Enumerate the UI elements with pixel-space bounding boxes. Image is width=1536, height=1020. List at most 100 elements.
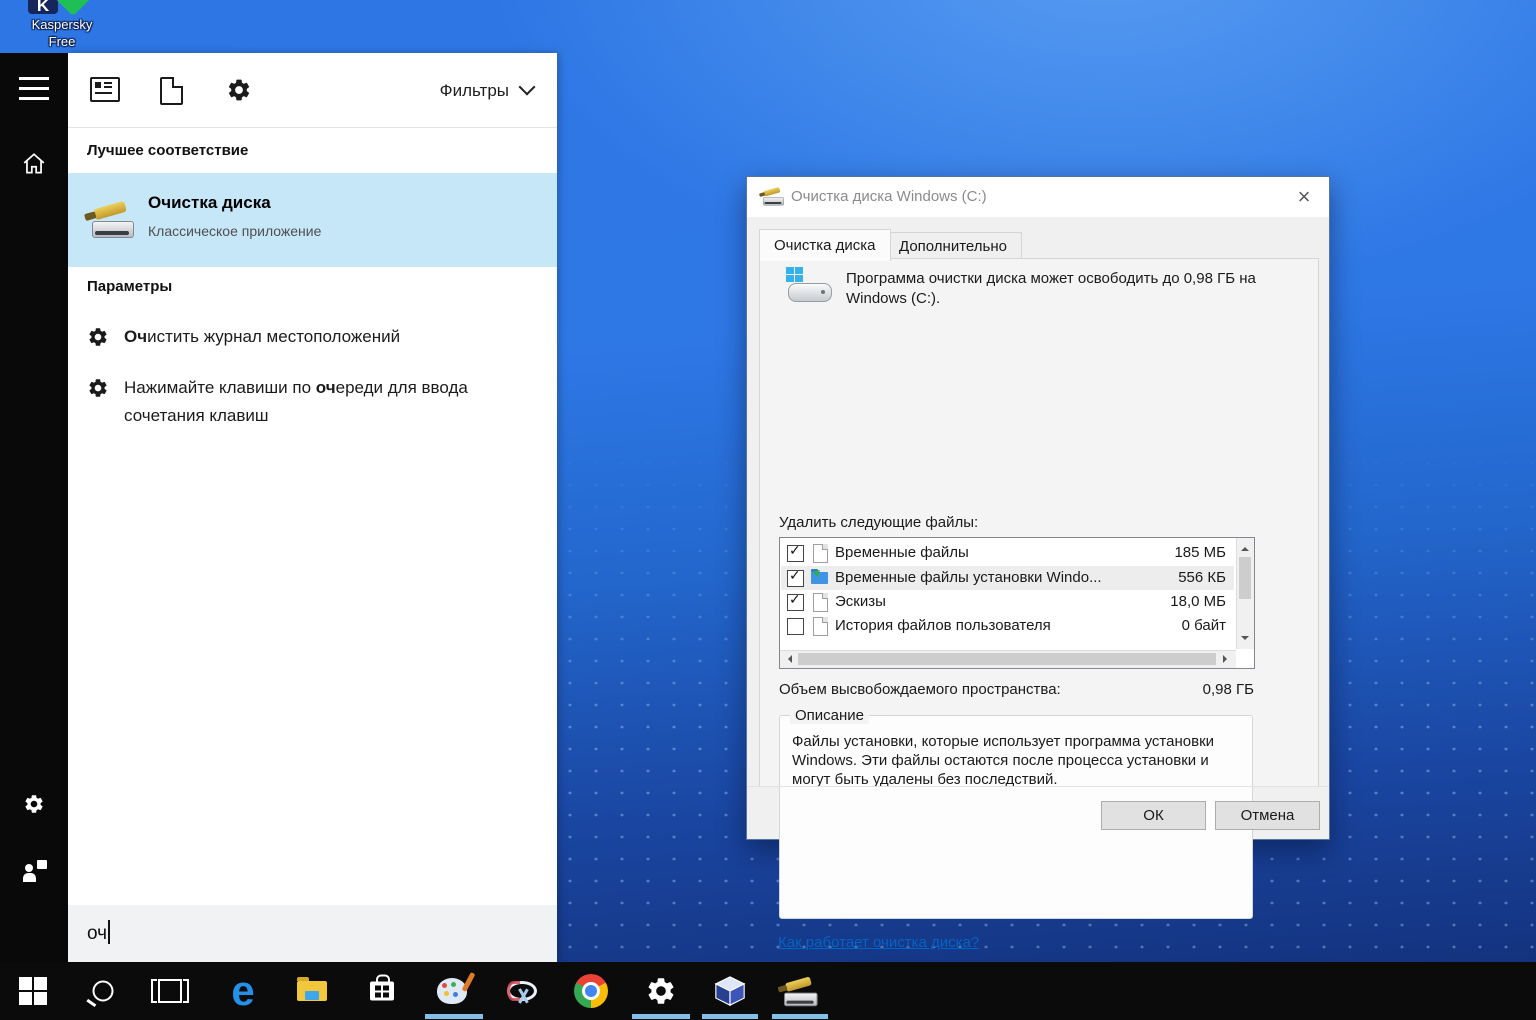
chrome-icon xyxy=(574,974,608,1008)
kaspersky-logo-icon: K xyxy=(28,0,58,14)
kaspersky-desktop-icon[interactable]: K Kaspersky Free xyxy=(14,0,110,56)
filters-label: Фильтры xyxy=(440,81,509,100)
scissors-icon xyxy=(507,981,537,1001)
file-name: Эскизы xyxy=(835,593,886,610)
file-name: История файлов пользователя xyxy=(835,617,1051,634)
space-gained-value: 0,98 ГБ xyxy=(1203,681,1254,698)
checkbox[interactable] xyxy=(787,545,804,562)
folder-icon xyxy=(297,981,327,1001)
virtualbox-cube-icon xyxy=(713,974,747,1008)
kaspersky-label: Kaspersky Free xyxy=(14,16,110,50)
apps-icon xyxy=(90,77,120,102)
file-size: 18,0 МБ xyxy=(1170,593,1226,610)
checkbox[interactable] xyxy=(787,570,804,587)
gear-icon xyxy=(645,975,677,1007)
home-icon xyxy=(21,151,47,177)
edge-button[interactable]: e xyxy=(219,967,267,1015)
edge-icon: e xyxy=(231,971,254,1011)
taskbar-settings-button[interactable] xyxy=(637,967,685,1015)
search-filter-row: Фильтры xyxy=(68,53,557,128)
vertical-scrollbar[interactable] xyxy=(1236,538,1254,649)
filters-dropdown[interactable]: Фильтры xyxy=(440,77,533,105)
chrome-button[interactable] xyxy=(567,967,615,1015)
param-label: Очистить журнал местоположений xyxy=(124,323,524,351)
kaspersky-shield-icon xyxy=(52,0,94,16)
tab-more-options[interactable]: Дополнительно xyxy=(884,232,1022,260)
file-size: 556 КБ xyxy=(1178,569,1226,586)
close-button[interactable]: × xyxy=(1287,180,1321,214)
store-button[interactable] xyxy=(358,967,406,1015)
feedback-button[interactable] xyxy=(0,848,68,896)
running-indicator xyxy=(425,1014,483,1019)
scroll-down-icon[interactable] xyxy=(1241,636,1249,644)
document-icon xyxy=(160,77,183,105)
file-icon xyxy=(813,593,828,612)
file-icon xyxy=(813,544,828,563)
best-match-result[interactable]: Очистка диска Классическое приложение xyxy=(68,173,557,267)
ok-button[interactable]: ОК xyxy=(1101,801,1206,830)
taskbar: e xyxy=(0,962,1536,1020)
file-row-setup-files[interactable]: Временные файлы установки Windo... 556 К… xyxy=(781,566,1234,590)
scroll-right-icon[interactable] xyxy=(1223,655,1231,663)
params-header: Параметры xyxy=(87,278,172,295)
disk-cleanup-dialog: Очистка диска Windows (C:) × Очистка дис… xyxy=(746,176,1330,840)
feedback-icon xyxy=(23,860,47,884)
param-label: Нажимайте клавиши по очереди для ввода с… xyxy=(124,374,469,430)
store-bag-icon xyxy=(370,982,394,1001)
file-row-temp-files[interactable]: Временные файлы 185 МБ xyxy=(781,541,1234,565)
how-disk-cleanup-works-link[interactable]: Как работает очистка диска? xyxy=(778,934,979,951)
search-icon xyxy=(93,981,114,1002)
dialog-titlebar[interactable]: Очистка диска Windows (C:) × xyxy=(747,177,1329,217)
cancel-button[interactable]: Отмена xyxy=(1215,801,1320,830)
tab-disk-cleanup[interactable]: Очистка диска xyxy=(759,229,891,261)
space-gained-label: Объем высвобождаемого пространства: xyxy=(779,681,1061,698)
param-result-clear-history[interactable]: Очистить журнал местоположений xyxy=(68,323,557,357)
disk-cleanup-app-icon xyxy=(88,197,136,241)
horizontal-scrollbar[interactable] xyxy=(780,650,1236,668)
scroll-left-icon[interactable] xyxy=(784,655,792,663)
taskbar-search-button[interactable] xyxy=(79,967,127,1015)
checkbox[interactable] xyxy=(787,618,804,635)
disk-cleanup-icon xyxy=(761,185,785,207)
apps-filter-button[interactable] xyxy=(90,77,118,105)
description-group-label: Описание xyxy=(790,707,869,724)
documents-filter-button[interactable] xyxy=(160,77,188,105)
file-row-thumbnails[interactable]: Эскизы 18,0 МБ xyxy=(781,590,1234,614)
running-indicator xyxy=(702,1014,758,1019)
task-view-button[interactable] xyxy=(146,967,194,1015)
drive-icon xyxy=(786,267,834,309)
settings-filter-button[interactable] xyxy=(226,77,254,105)
best-match-subtitle: Классическое приложение xyxy=(148,223,321,239)
file-row-user-history[interactable]: История файлов пользователя 0 байт xyxy=(781,614,1234,638)
tab-page: Программа очистки диска может освободить… xyxy=(759,258,1319,787)
gear-icon xyxy=(23,793,45,815)
scroll-up-icon[interactable] xyxy=(1241,543,1249,551)
best-match-title: Очистка диска xyxy=(148,193,271,213)
virtualbox-button[interactable] xyxy=(706,967,754,1015)
gear-icon xyxy=(226,77,252,103)
file-name: Временные файлы установки Windo... xyxy=(835,569,1102,586)
param-result-key-sequence[interactable]: Нажимайте клавиши по очереди для ввода с… xyxy=(68,374,557,436)
search-input[interactable]: оч xyxy=(68,905,557,962)
settings-button[interactable] xyxy=(0,780,68,828)
file-explorer-button[interactable] xyxy=(288,967,336,1015)
start-button[interactable] xyxy=(9,967,57,1015)
disk-cleanup-taskbar-button[interactable] xyxy=(776,967,824,1015)
home-button[interactable] xyxy=(0,139,68,187)
desktop: K Kaspersky Free xyxy=(0,0,1536,1020)
search-sidebar xyxy=(0,53,68,962)
scrollbar-thumb[interactable] xyxy=(1239,557,1251,599)
search-panel: Фильтры Лучшее соответствие Очистка диск… xyxy=(68,53,557,962)
folder-icon xyxy=(811,572,828,584)
file-size: 185 МБ xyxy=(1174,544,1226,561)
file-icon xyxy=(813,617,828,636)
description-text: Файлы установки, которые использует прог… xyxy=(792,732,1230,789)
scrollbar-thumb[interactable] xyxy=(798,653,1216,665)
running-indicator xyxy=(632,1014,690,1019)
checkbox[interactable] xyxy=(787,594,804,611)
hamburger-menu-button[interactable] xyxy=(0,65,68,113)
palette-icon xyxy=(437,978,467,1004)
paint3d-button[interactable] xyxy=(428,967,476,1015)
files-to-delete-label: Удалить следующие файлы: xyxy=(779,514,978,531)
snipping-tool-button[interactable] xyxy=(498,967,546,1015)
